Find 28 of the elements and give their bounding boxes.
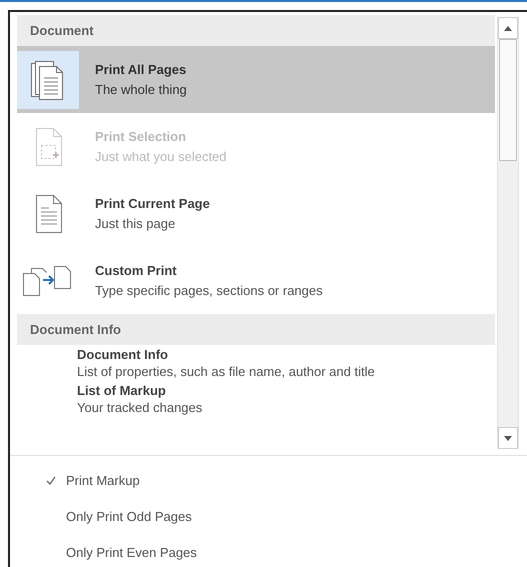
down-arrow-icon (504, 436, 512, 440)
scroll-thumb[interactable] (499, 39, 517, 161)
scrollbar[interactable] (497, 17, 519, 449)
item-description: Type specific pages, sections or ranges (95, 283, 323, 298)
item-description: List of properties, such as file name, author and title (77, 364, 375, 379)
section-header: Document (17, 15, 495, 46)
item-description: Just what you selected (95, 149, 227, 164)
item-description: Just this page (95, 216, 176, 231)
menu-option[interactable]: Only Print Even Pages (10, 534, 527, 567)
section-header: Document Info (17, 314, 495, 345)
menu-option[interactable]: Print Markup (10, 462, 527, 498)
menu-item[interactable]: Document Info List of properties, such as file name, author and title (17, 345, 495, 381)
item-title: Print All Pages (95, 62, 187, 77)
menu-option[interactable]: Only Print Odd Pages (10, 498, 527, 534)
scroll-down-button[interactable] (498, 427, 518, 449)
item-title: Document Info (77, 347, 169, 362)
item-description: The whole thing (95, 82, 187, 97)
item-title: List of Markup (77, 383, 167, 398)
up-arrow-icon (504, 26, 512, 30)
menu-item[interactable]: Print Current Page Just this page (17, 180, 495, 247)
item-description: Your tracked changes (77, 400, 202, 415)
item-title: Custom Print (95, 263, 178, 278)
item-title: Print Current Page (95, 196, 210, 211)
menu-item[interactable]: Custom Print Type specific pages, sections or ranges (17, 247, 495, 314)
item-title: Print Selection (95, 129, 188, 144)
menu-item[interactable]: List of Markup Your tracked changes (17, 381, 495, 417)
menu-item[interactable]: Print All Pages The whole thing (17, 46, 495, 113)
scroll-up-button[interactable] (498, 17, 518, 39)
